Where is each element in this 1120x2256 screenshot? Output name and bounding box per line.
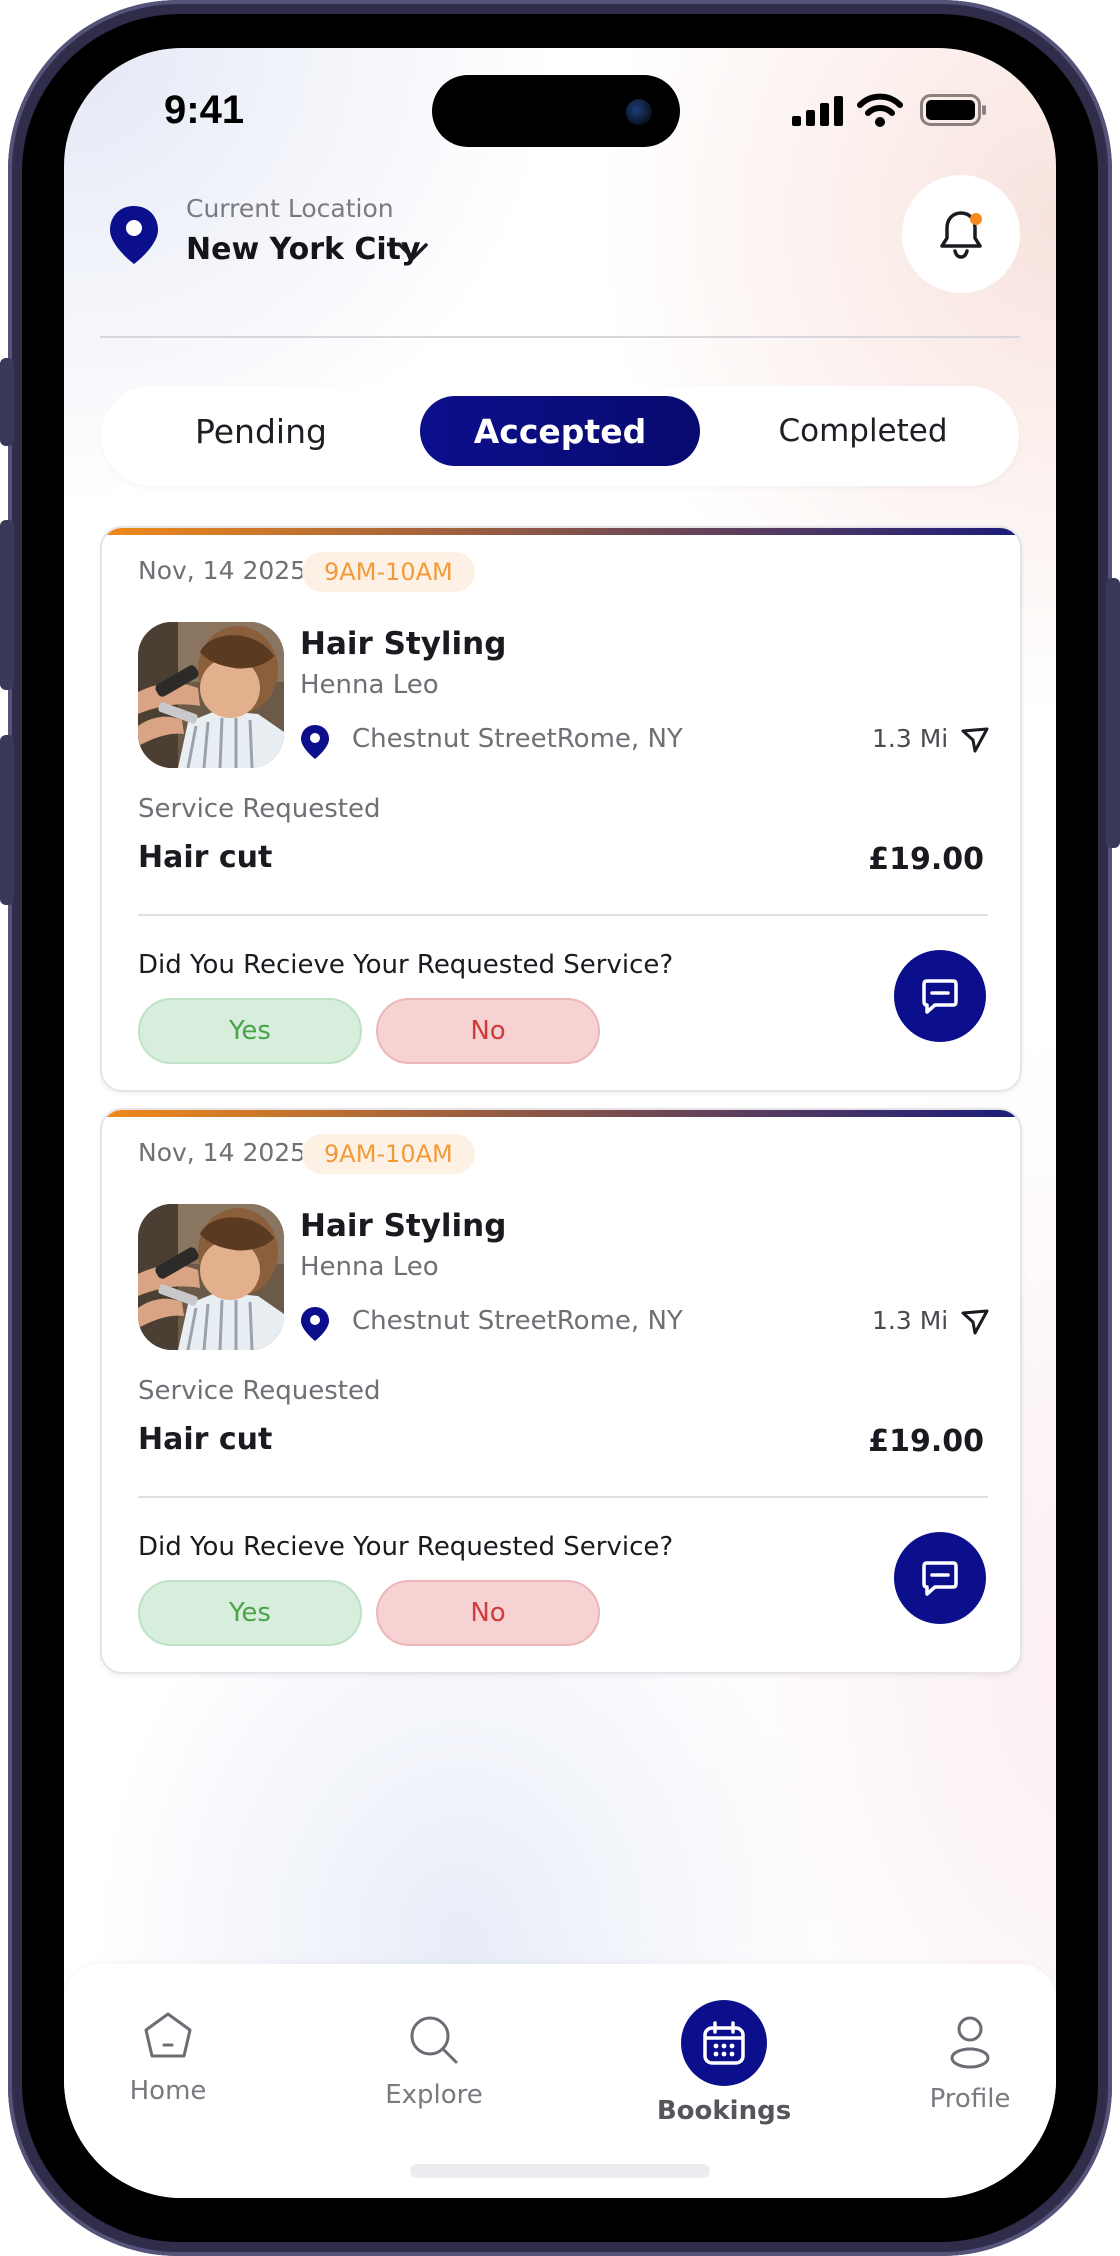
card-divider xyxy=(138,914,988,916)
app-screen: 9:41 Current Location New York City Pend… xyxy=(64,48,1056,2198)
nav-item-home[interactable]: Home xyxy=(108,2010,228,2106)
yes-button[interactable]: Yes xyxy=(138,998,362,1064)
provider-name: Henna Leo xyxy=(300,670,439,700)
status-time: 9:41 xyxy=(164,88,245,132)
chat-button[interactable] xyxy=(894,1532,986,1624)
service-thumbnail xyxy=(138,622,284,768)
bookings-active-indicator xyxy=(681,2000,767,2086)
card-divider xyxy=(138,1496,988,1498)
navigation-arrow-icon[interactable] xyxy=(960,726,990,754)
booking-card: Nov, 14 2025 9AM-10AM Hair Styling Henna… xyxy=(100,526,1022,1092)
action-button xyxy=(0,358,14,446)
user-icon xyxy=(950,2016,990,2069)
chat-icon xyxy=(922,979,958,1014)
nav-item-explore[interactable]: Explore xyxy=(374,2014,494,2110)
service-received-question: Did You Recieve Your Requested Service? xyxy=(138,1532,674,1562)
nav-item-bookings[interactable]: Bookings xyxy=(657,2000,791,2126)
provider-name: Henna Leo xyxy=(300,1252,439,1282)
search-icon xyxy=(410,2016,458,2064)
no-button[interactable]: No xyxy=(376,1580,600,1646)
home-indicator[interactable] xyxy=(410,2164,710,2178)
time-slot-badge: 9AM-10AM xyxy=(302,552,475,592)
camera-icon xyxy=(626,99,652,125)
volume-up-button xyxy=(0,520,14,690)
requested-service-name: Hair cut xyxy=(138,840,273,875)
time-slot-badge: 9AM-10AM xyxy=(302,1134,475,1174)
no-button[interactable]: No xyxy=(376,998,600,1064)
distance-label: 1.3 Mi xyxy=(872,724,949,753)
wifi-icon xyxy=(857,93,903,127)
nav-item-profile[interactable]: Profile xyxy=(920,2014,1020,2114)
service-price: £19.00 xyxy=(868,842,984,877)
calendar-icon xyxy=(703,2021,745,2065)
header-divider xyxy=(100,336,1020,338)
notification-dot xyxy=(970,213,982,225)
card-accent-bar xyxy=(102,528,1020,535)
dynamic-island xyxy=(432,75,680,147)
location-caption: Current Location xyxy=(186,194,394,223)
booking-date: Nov, 14 2025 xyxy=(138,556,307,585)
tab-accepted[interactable]: Accepted xyxy=(420,396,700,466)
service-title: Hair Styling xyxy=(300,1208,507,1244)
bottom-navigation: Home Explore Bookings Profile xyxy=(64,1964,1056,2198)
booking-card: Nov, 14 2025 9AM-10AM Hair Styling Henna… xyxy=(100,1108,1022,1674)
booking-status-tabs: Pending Accepted Completed xyxy=(101,386,1019,486)
service-requested-label: Service Requested xyxy=(138,1376,381,1406)
location-pin-icon xyxy=(301,1307,329,1341)
nav-label-profile: Profile xyxy=(929,2084,1011,2114)
booking-date: Nov, 14 2025 xyxy=(138,1138,307,1167)
power-button xyxy=(1106,578,1120,848)
chat-button[interactable] xyxy=(894,950,986,1042)
chevron-down-icon[interactable] xyxy=(397,242,429,262)
service-price: £19.00 xyxy=(868,1424,984,1459)
service-requested-label: Service Requested xyxy=(138,794,381,824)
yes-button[interactable]: Yes xyxy=(138,1580,362,1646)
chat-icon xyxy=(922,1561,958,1596)
service-title: Hair Styling xyxy=(300,626,507,662)
distance-label: 1.3 Mi xyxy=(872,1306,949,1335)
requested-service-name: Hair cut xyxy=(138,1422,273,1457)
location-selector[interactable]: New York City xyxy=(186,232,421,267)
navigation-arrow-icon[interactable] xyxy=(960,1308,990,1336)
home-icon xyxy=(144,2012,192,2058)
notifications-button[interactable] xyxy=(902,175,1020,293)
service-address: Chestnut StreetRome, NY xyxy=(352,724,683,754)
tab-pending[interactable]: Pending xyxy=(141,396,381,466)
nav-label-explore: Explore xyxy=(385,2080,483,2110)
cellular-signal-icon xyxy=(792,96,843,126)
volume-down-button xyxy=(0,735,14,905)
location-pin-icon xyxy=(301,725,329,759)
battery-icon xyxy=(920,94,986,126)
service-thumbnail xyxy=(138,1204,284,1350)
service-received-question: Did You Recieve Your Requested Service? xyxy=(138,950,674,980)
nav-label-home: Home xyxy=(129,2076,207,2106)
nav-label-bookings: Bookings xyxy=(656,2096,792,2126)
service-address: Chestnut StreetRome, NY xyxy=(352,1306,683,1336)
tab-completed[interactable]: Completed xyxy=(733,396,993,466)
card-accent-bar xyxy=(102,1110,1020,1117)
location-pin-icon xyxy=(110,206,158,264)
